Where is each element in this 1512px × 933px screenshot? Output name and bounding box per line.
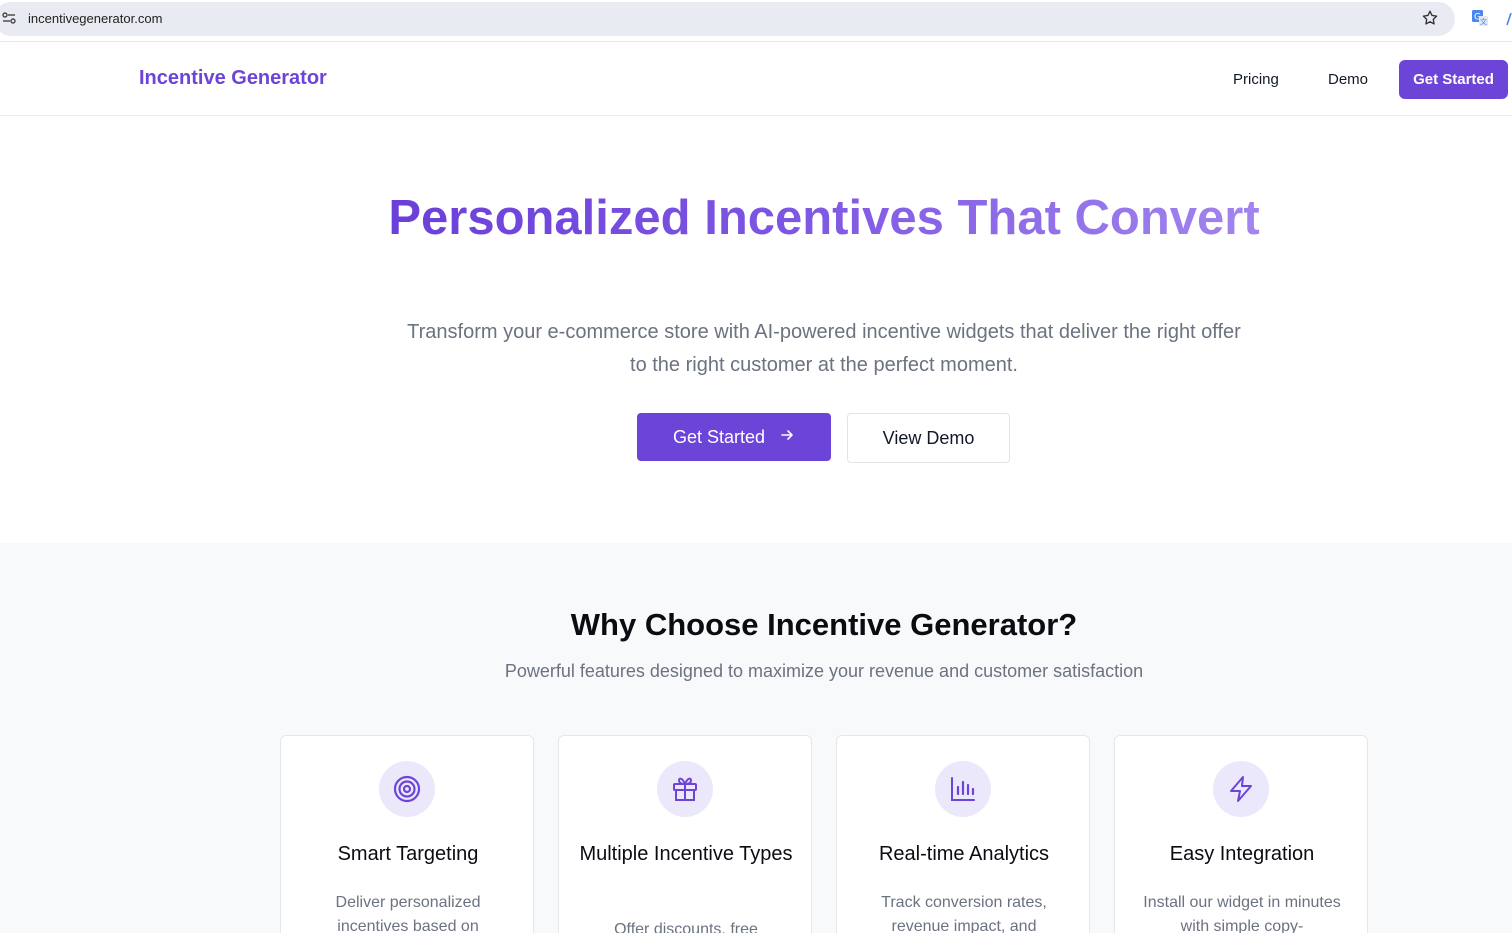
nav-link-pricing[interactable]: Pricing <box>1233 71 1279 88</box>
browser-toolbar: incentivegenerator.com G文 <box>0 0 1512 42</box>
brand-logo[interactable]: Incentive Generator <box>139 67 327 90</box>
feature-card-multiple-incentive-types: Multiple Incentive Types Offer discounts… <box>558 735 812 933</box>
bookmark-star-icon[interactable] <box>1421 9 1439 27</box>
target-icon <box>379 761 435 817</box>
feature-card-desc: Install our widget in minutes with simpl… <box>1143 894 1341 933</box>
nav-get-started-button[interactable]: Get Started <box>1399 60 1508 99</box>
hero-title: Personalized Incentives That Convert <box>380 194 1268 243</box>
lightning-icon <box>1213 761 1269 817</box>
get-started-label: Get Started <box>672 426 766 447</box>
svg-text:文: 文 <box>1480 17 1487 26</box>
extension-icon[interactable] <box>1505 12 1512 26</box>
url-text[interactable]: incentivegenerator.com <box>28 11 162 26</box>
feature-card-title: Real-time Analytics <box>878 843 1050 865</box>
feature-card-smart-targeting: Smart Targeting Deliver personalized inc… <box>280 735 534 933</box>
address-bar[interactable] <box>0 2 1455 36</box>
get-started-button[interactable]: Get Started <box>637 413 831 461</box>
feature-card-real-time-analytics: Real-time Analytics Track conversion rat… <box>836 735 1090 933</box>
nav-link-demo[interactable]: Demo <box>1328 71 1368 88</box>
translate-icon[interactable]: G文 <box>1471 9 1489 27</box>
site-info-icon[interactable] <box>2 11 16 25</box>
gift-icon <box>657 761 713 817</box>
features-title: Why Choose Incentive Generator? <box>570 607 1078 642</box>
features-section: Why Choose Incentive Generator? Powerful… <box>0 543 1512 933</box>
feature-card-desc: Offer discounts, free <box>614 921 758 933</box>
feature-card-desc: Track conversion rates, revenue impact, … <box>881 894 1047 933</box>
feature-card-title: Smart Targeting <box>337 843 479 865</box>
feature-card-desc: Deliver personalized incentives based on <box>335 894 481 933</box>
view-demo-button[interactable]: View Demo <box>847 413 1010 463</box>
site-header: Incentive Generator Pricing Demo Get Sta… <box>0 43 1512 116</box>
hero-subtitle: Transform your e-commerce store with AI-… <box>407 321 1241 376</box>
bar-chart-icon <box>935 761 991 817</box>
feature-card-title: Easy Integration <box>1169 843 1315 865</box>
feature-card-easy-integration: Easy Integration Install our widget in m… <box>1114 735 1368 933</box>
features-subtitle: Powerful features designed to maximize y… <box>504 661 1144 681</box>
hero-section: Personalized Incentives That Convert Tra… <box>0 116 1512 543</box>
feature-card-title: Multiple Incentive Types <box>579 843 793 865</box>
arrow-right-icon <box>779 427 795 448</box>
